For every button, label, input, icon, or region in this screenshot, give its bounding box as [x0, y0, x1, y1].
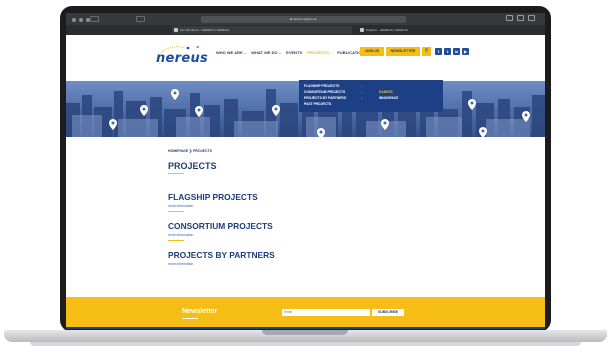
submenu-item-innospace[interactable]: INNOSPACE	[379, 96, 398, 100]
section-underline	[168, 211, 184, 212]
projects-dropdown-menu: FLAGSHIP PROJECTS › CONSORTIUM PROJECTS …	[299, 80, 443, 112]
map-pin-icon	[171, 89, 179, 100]
twitter-icon[interactable]: t	[444, 48, 451, 55]
nav-what-we-do[interactable]: WHAT WE DO⌄	[251, 50, 281, 55]
breadcrumb-home[interactable]: HOMEPAGE	[168, 149, 188, 153]
chevron-down-icon: ⌄	[329, 51, 333, 55]
laptop-mockup: ■ nereus-regions.eu Our Members – NEREUS…	[0, 0, 611, 352]
logo-text: nereus	[156, 51, 209, 66]
map-pin-icon	[381, 119, 389, 130]
nav-who-we-are[interactable]: WHO WE ARE⌄	[216, 50, 246, 55]
map-pin-icon	[140, 105, 148, 116]
url-text: ■ nereus-regions.eu	[290, 17, 317, 21]
tab-members[interactable]: Our Members – NEREUS | NEREUS	[172, 26, 352, 34]
minimize-window-icon[interactable]	[79, 18, 83, 22]
map-pin-icon	[317, 128, 325, 137]
main-content: HOMEPAGE ❯ PROJECTS PROJECTS FLAGSHIP PR…	[66, 137, 545, 297]
section-title-partners[interactable]: PROJECTS BY PARTNERS	[168, 250, 275, 260]
chevron-right-icon: ›	[361, 96, 362, 100]
map-pin-icon	[195, 106, 203, 117]
dropdown-primary: FLAGSHIP PROJECTS › CONSORTIUM PROJECTS …	[299, 80, 371, 112]
more-information-link[interactable]: more information	[168, 204, 193, 208]
newsletter-underline	[182, 318, 198, 319]
main-nav: WHO WE ARE⌄ WHAT WE DO⌄ EVENTS PROJECTS⌄…	[216, 50, 372, 55]
sidebar-toggle-icon[interactable]	[90, 16, 99, 22]
chevron-down-icon: ⌄	[278, 51, 282, 55]
browser-toolbar: ■ nereus-regions.eu Our Members – NEREUS…	[66, 13, 545, 35]
newsletter-section: Newsletter Email SUBSCRIBE	[66, 297, 545, 327]
tab-projects[interactable]: Projects – NEREUS | NEREUS	[358, 26, 538, 34]
menu-item-consortium-projects[interactable]: CONSORTIUM PROJECTS	[304, 90, 345, 94]
facebook-icon[interactable]: f	[435, 48, 442, 55]
footer-strip	[66, 327, 545, 329]
section-underline	[168, 240, 184, 241]
nav-events[interactable]: EVENTS	[286, 50, 302, 55]
nav-projects[interactable]: PROJECTS⌄	[307, 50, 332, 55]
menu-item-flagship-projects[interactable]: FLAGSHIP PROJECTS	[304, 84, 339, 88]
menu-item-past-projects[interactable]: PAST PROJECTS	[304, 102, 331, 106]
favicon-icon	[174, 28, 178, 32]
close-window-icon[interactable]	[72, 18, 76, 22]
breadcrumb-current: PROJECTS	[193, 149, 212, 153]
laptop-notch	[262, 330, 348, 335]
map-pin-icon	[109, 119, 117, 130]
email-input[interactable]: Email	[282, 309, 370, 316]
join-us-button[interactable]: JOIN US	[360, 47, 384, 56]
browser-screen: ■ nereus-regions.eu Our Members – NEREUS…	[66, 13, 545, 329]
new-tab-icon[interactable]	[517, 15, 524, 21]
title-underline	[168, 173, 184, 174]
favicon-icon	[360, 28, 364, 32]
address-bar[interactable]: ■ nereus-regions.eu	[201, 16, 406, 23]
chevron-right-icon: ›	[361, 84, 362, 88]
tab-strip: Our Members – NEREUS | NEREUS Projects –…	[66, 25, 545, 35]
search-icon[interactable]: ⚲	[422, 47, 431, 56]
menu-item-projects-by-partners[interactable]: PROJECTS BY PARTNERS	[304, 96, 346, 100]
subscribe-button[interactable]: SUBSCRIBE	[372, 309, 404, 316]
tabs-overview-icon[interactable]	[528, 15, 535, 21]
more-information-link[interactable]: more information	[168, 233, 193, 237]
site-header: nereus WHO WE ARE⌄ WHAT WE DO⌄ EVENTS PR…	[66, 35, 545, 81]
breadcrumb-separator-icon: ❯	[189, 149, 193, 153]
more-information-link[interactable]: more information	[168, 262, 193, 266]
tab-label: Our Members – NEREUS | NEREUS	[180, 28, 230, 32]
map-pin-icon	[468, 99, 476, 110]
share-icon[interactable]	[506, 15, 513, 21]
chevron-right-icon: ›	[361, 90, 362, 94]
newsletter-title: Newsletter	[182, 308, 218, 315]
newsletter-button[interactable]: NEWSLETTER	[386, 47, 420, 56]
map-pin-icon	[479, 127, 487, 137]
map-pin-icon	[522, 111, 530, 122]
window-controls	[72, 18, 90, 22]
linkedin-icon[interactable]: in	[453, 48, 460, 55]
youtube-icon[interactable]: ▶	[462, 48, 469, 55]
nereus-logo[interactable]: nereus	[152, 44, 208, 72]
tab-label: Projects – NEREUS | NEREUS	[366, 28, 408, 32]
section-title-consortium[interactable]: CONSORTIUM PROJECTS	[168, 221, 273, 231]
back-icon[interactable]	[136, 16, 145, 22]
chevron-down-icon: ⌄	[243, 51, 247, 55]
submenu-item-daness[interactable]: DANESS	[379, 90, 393, 94]
breadcrumb: HOMEPAGE ❯ PROJECTS	[168, 149, 212, 153]
laptop-shadow	[30, 342, 581, 346]
section-title-flagship[interactable]: FLAGSHIP PROJECTS	[168, 192, 258, 202]
page-title: PROJECTS	[168, 161, 217, 171]
map-pin-icon	[272, 105, 280, 116]
